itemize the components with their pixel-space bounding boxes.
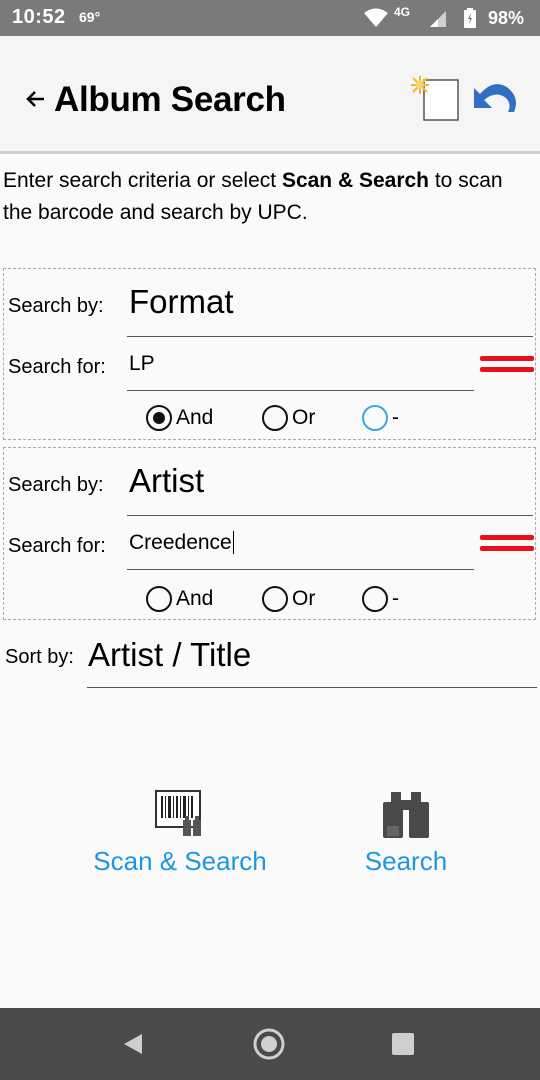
new-search-icon[interactable] xyxy=(406,74,462,124)
search-button[interactable]: Search xyxy=(356,790,456,877)
radio-circle xyxy=(146,405,172,431)
search-label: Search xyxy=(364,846,448,876)
radio-circle xyxy=(362,405,388,431)
app-bar: Album Search xyxy=(0,36,540,154)
wifi-icon xyxy=(364,8,388,27)
binoculars-icon xyxy=(383,792,429,838)
remove-criteria-icon[interactable] xyxy=(480,356,534,380)
radio-and[interactable]: And xyxy=(146,586,213,612)
search-by-label: Search by: xyxy=(8,295,104,317)
radio-none[interactable]: - xyxy=(362,586,399,612)
nav-back-icon[interactable] xyxy=(122,1032,146,1056)
status-time: 10:52 xyxy=(12,6,66,28)
status-temperature: 69° xyxy=(79,9,101,25)
navigation-bar xyxy=(0,1008,540,1080)
status-bar: 10:52 69° 4G 98% xyxy=(0,0,540,36)
battery-icon xyxy=(464,8,476,28)
sort-by-select[interactable]: Artist / Title xyxy=(87,636,537,688)
signal-icon xyxy=(430,11,446,27)
sort-by-label: Sort by: xyxy=(5,646,74,668)
remove-criteria-icon[interactable] xyxy=(480,535,534,559)
battery-percent: 98% xyxy=(488,8,525,28)
nav-home-icon[interactable] xyxy=(252,1027,286,1061)
radio-none[interactable]: - xyxy=(362,405,399,431)
text-cursor xyxy=(232,531,234,554)
radio-circle xyxy=(362,586,388,612)
search-for-label: Search for: xyxy=(8,535,106,557)
scan-search-label: Scan & Search xyxy=(93,846,267,876)
radio-circle xyxy=(146,586,172,612)
search-by-select[interactable]: Artist xyxy=(127,462,533,516)
page-title: Album Search xyxy=(54,80,286,119)
criteria-block-1: Search by: Format Search for: LP And Or … xyxy=(3,268,536,440)
undo-icon[interactable] xyxy=(470,80,518,116)
radio-or[interactable]: Or xyxy=(262,405,315,431)
search-by-select[interactable]: Format xyxy=(127,283,533,337)
back-arrow-icon[interactable] xyxy=(24,87,48,111)
search-for-label: Search for: xyxy=(8,356,106,378)
radio-or[interactable]: Or xyxy=(262,586,315,612)
criteria-block-2: Search by: Artist Search for: Creedence … xyxy=(3,447,536,620)
radio-and[interactable]: And xyxy=(146,405,213,431)
barcode-scan-icon xyxy=(155,790,201,836)
search-for-input[interactable]: LP xyxy=(127,352,474,391)
radio-circle xyxy=(262,586,288,612)
intro-text: Enter search criteria or select Scan & S… xyxy=(3,169,503,224)
scan-search-button[interactable]: Scan & Search xyxy=(88,790,272,877)
search-for-input[interactable]: Creedence xyxy=(127,531,474,570)
search-by-label: Search by: xyxy=(8,474,104,496)
network-type: 4G xyxy=(394,5,411,19)
radio-circle xyxy=(262,405,288,431)
nav-recents-icon[interactable] xyxy=(392,1033,414,1055)
